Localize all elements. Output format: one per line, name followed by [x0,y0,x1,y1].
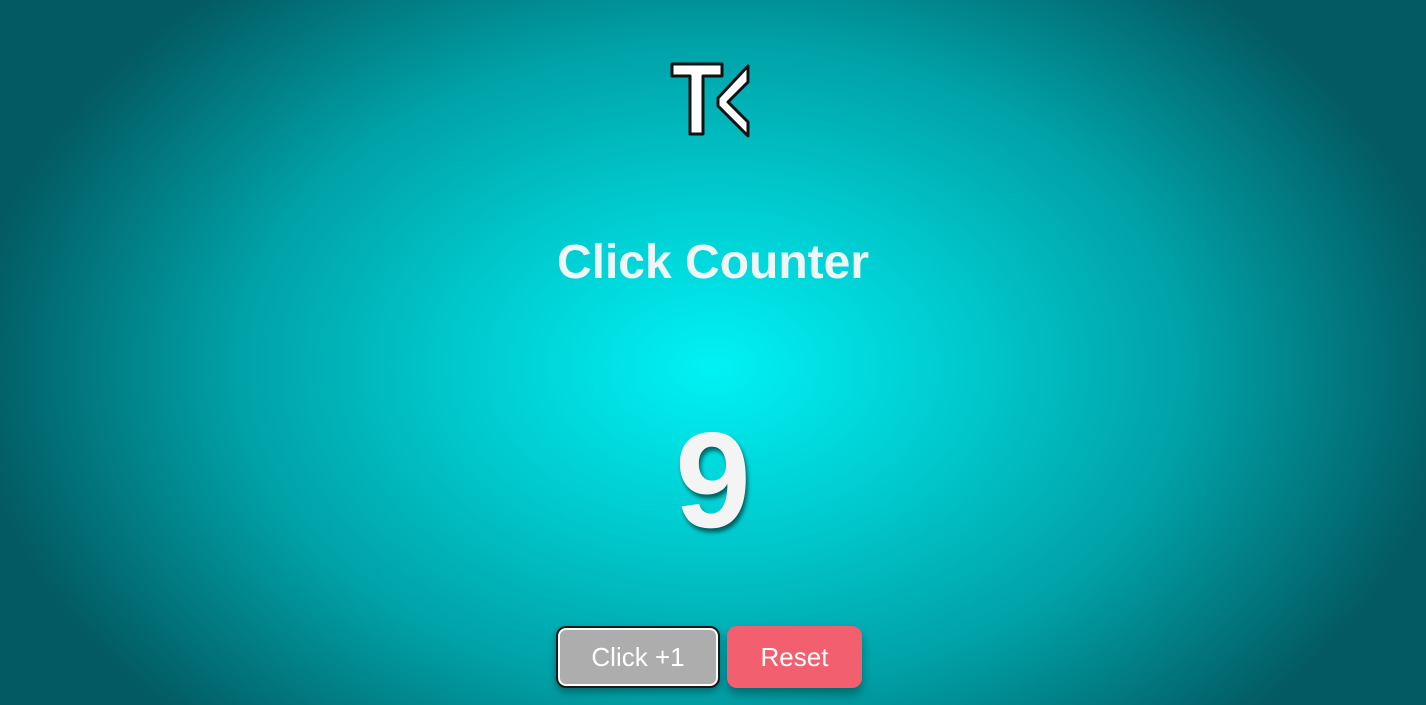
reset-button[interactable]: Reset [727,626,862,688]
reset-button-label: Reset [760,641,829,672]
page-title: Click Counter [556,236,870,289]
counter-display: 9 [675,404,751,556]
click-increment-button[interactable]: Click +1 [556,626,720,688]
tk-logo-icon [670,62,750,138]
click-button-label: Click +1 [591,641,685,672]
logo [670,62,752,138]
